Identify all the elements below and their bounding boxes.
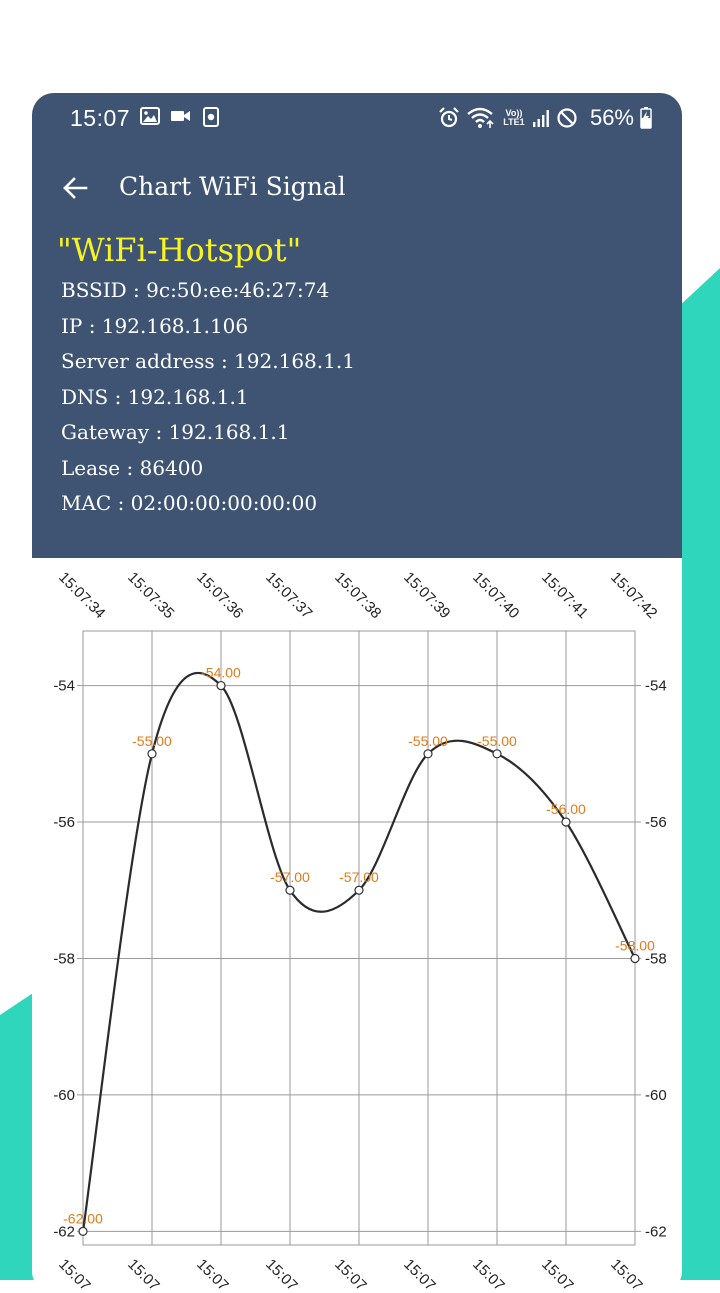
x-tick-label-top: 15:07:42 [607, 569, 660, 622]
data-point [630, 953, 640, 964]
data-value-label: -57.00 [270, 869, 310, 885]
y-tick-label-left: -58 [53, 950, 75, 967]
x-tick-label-bottom: 15:07 [55, 1256, 94, 1293]
status-left-icons [140, 107, 220, 127]
data-point [492, 749, 502, 759]
x-tick-label-top: 15:07:34 [55, 569, 108, 622]
x-tick-label-bottom: 15:07 [193, 1256, 232, 1293]
y-tick-label-right: -56 [645, 814, 667, 831]
lease-text: Lease : 86400 [61, 455, 204, 480]
do-not-disturb-icon [557, 108, 577, 128]
data-value-label: -54.00 [201, 665, 241, 681]
bssid-text: BSSID : 9c:50:ee:46:27:74 [61, 278, 330, 302]
battery-percent: 56% [589, 105, 634, 130]
x-tick-label-bottom: 15:07 [469, 1256, 508, 1293]
x-tick-label-bottom: 15:07 [331, 1256, 370, 1293]
x-tick-label-top: 15:07:37 [262, 569, 315, 622]
y-tick-label-left: -54 [53, 678, 75, 695]
signal-bars-icon [532, 110, 549, 127]
x-tick-label-top: 15:07:38 [331, 569, 384, 622]
back-button[interactable] [58, 171, 92, 205]
data-point [78, 1226, 88, 1236]
mac-text: MAC : 02:00:00:00:00:00 [61, 491, 318, 515]
alarm-icon [439, 107, 459, 128]
data-value-label: -62.00 [63, 1210, 103, 1226]
x-tick-label-bottom: 15:07 [124, 1256, 163, 1293]
x-tick-label-top: 15:07:35 [124, 569, 177, 622]
toolbar: Chart WiFi Signal [32, 163, 682, 213]
ssid-label: "WiFi-Hotspot" [57, 231, 302, 269]
image-icon [140, 107, 160, 125]
x-tick-label-top: 15:07:39 [400, 569, 453, 622]
x-tick-label-top: 15:07:40 [469, 569, 522, 622]
y-tick-label-left: -56 [53, 814, 75, 831]
arrow-left-icon [63, 177, 88, 199]
status-right-icons: Vo)) LTE1 56% [438, 105, 652, 131]
x-tick-label-top: 15:07:41 [538, 569, 591, 622]
wifi-icon [467, 107, 494, 128]
data-value-label: -55.00 [132, 733, 172, 749]
signal-chart[interactable]: -62 -62-60 -60-58 -58-56 -56-54 -5415:07:34 15… [32, 558, 682, 1293]
app-header: 15:07 Vo)) LTE1 56% Chart WiFi Signal "W… [32, 93, 682, 558]
data-value-label: -58.00 [615, 937, 655, 953]
data-point [147, 749, 157, 759]
ip-text: IP : 192.168.1.106 [61, 313, 249, 338]
volte-lte-icon: Vo)) LTE1 [502, 109, 526, 127]
data-value-label: -55.00 [408, 733, 448, 749]
x-tick-label-bottom: 15:07 [538, 1256, 577, 1293]
network-info-list: BSSID : 9c:50:ee:46:27:74 IP : 192.168.1… [61, 277, 355, 526]
server-address-text: Server address : 192.168.1.1 [61, 349, 355, 373]
data-value-label: -55.00 [477, 733, 517, 749]
data-point [285, 885, 295, 895]
data-value-label: -57.00 [339, 869, 379, 885]
y-tick-label-right: -54 [645, 678, 667, 695]
y-tick-label-left: -60 [53, 1087, 75, 1104]
data-point [561, 817, 571, 827]
screen-record-icon [203, 107, 219, 127]
data-point [354, 885, 364, 895]
data-value-label: -56.00 [546, 801, 586, 817]
x-tick-label-top: 15:07:36 [193, 569, 246, 622]
video-camera-icon [171, 111, 190, 121]
battery-charging-icon [640, 107, 652, 129]
x-tick-label-bottom: 15:07 [262, 1256, 301, 1293]
dns-text: DNS : 192.168.1.1 [61, 384, 249, 409]
x-tick-label-bottom: 15:07 [400, 1256, 439, 1293]
status-bar: 15:07 Vo)) LTE1 56% [32, 93, 682, 143]
data-point [423, 749, 433, 759]
volte-lte-label: Vo)) LTE1 [503, 108, 525, 127]
phone-frame: 15:07 Vo)) LTE1 56% Chart WiFi Signal "W… [32, 93, 682, 1293]
y-tick-label-right: -60 [645, 1087, 667, 1104]
x-tick-label-bottom: 15:07 [607, 1256, 646, 1293]
gateway-text: Gateway : 192.168.1.1 [61, 420, 290, 444]
page-title: Chart WiFi Signal [119, 172, 346, 201]
status-time: 15:07 [70, 105, 131, 131]
y-tick-label-right: -62 [645, 1223, 667, 1240]
data-point [216, 680, 226, 691]
chart-area: -62 -62 -60 -60 -58 -58 -56 -56 -54 -54 15:07:34 15… [32, 558, 682, 1293]
